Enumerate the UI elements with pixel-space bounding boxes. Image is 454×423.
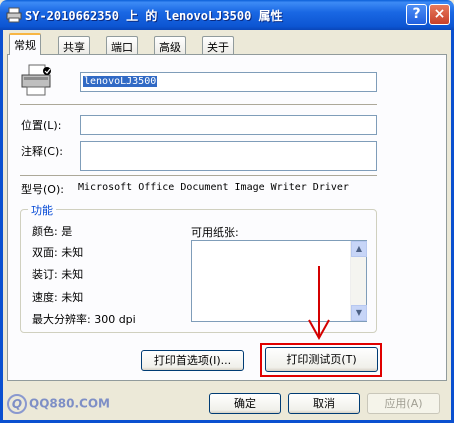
watermark-logo-icon: Q [7, 394, 27, 414]
ok-button[interactable]: 确定 [209, 393, 281, 414]
printer-device-icon [21, 64, 51, 96]
highlight-box [260, 343, 382, 377]
tab-sharing[interactable]: 共享 [58, 36, 90, 54]
location-label: 位置(L): [21, 119, 62, 132]
tab-general[interactable]: 常规 [9, 33, 41, 55]
separator [20, 104, 377, 105]
watermark-text: QQ880.COM [29, 396, 110, 411]
paper-list-scrollbar[interactable]: ▲ ▼ [350, 241, 367, 321]
model-value: Microsoft Office Document Image Writer D… [78, 182, 349, 193]
tab-ports[interactable]: 端口 [106, 36, 138, 54]
features-title: 功能 [28, 202, 56, 218]
location-input[interactable] [80, 115, 377, 135]
printer-name-input[interactable]: lenovoLJ3500 [80, 72, 377, 92]
close-button[interactable]: × [429, 4, 450, 25]
comment-label: 注释(C): [21, 145, 63, 158]
tab-about[interactable]: 关于 [202, 36, 234, 54]
paper-label: 可用纸张: [191, 226, 239, 239]
printer-name-text: lenovoLJ3500 [83, 76, 158, 87]
printer-icon [6, 7, 22, 23]
annotation-arrow-head-icon [308, 319, 330, 340]
window-title: SY-2010662350 上 的 lenovoLJ3500 属性 [25, 9, 283, 23]
cancel-button[interactable]: 取消 [288, 393, 360, 414]
speed-feature: 速度: 未知 [32, 291, 84, 304]
color-feature: 颜色: 是 [32, 225, 73, 238]
model-label: 型号(O): [21, 183, 64, 196]
apply-button[interactable]: 应用(A) [367, 393, 440, 414]
duplex-feature: 双面: 未知 [32, 246, 84, 259]
tab-advanced[interactable]: 高级 [154, 36, 186, 54]
printing-preferences-button[interactable]: 打印首选项(I)... [141, 350, 244, 371]
help-button[interactable]: ? [406, 4, 427, 25]
scroll-down-icon[interactable]: ▼ [351, 305, 367, 321]
staple-feature: 装订: 未知 [32, 268, 84, 281]
title-bar[interactable]: SY-2010662350 上 的 lenovoLJ3500 属性 ? × [0, 0, 454, 30]
watermark: Q QQ880.COM [7, 394, 110, 414]
resolution-feature: 最大分辨率: 300 dpi [32, 313, 136, 326]
comment-input[interactable] [80, 141, 377, 171]
scroll-up-icon[interactable]: ▲ [351, 241, 367, 257]
paper-list[interactable]: ▲ ▼ [191, 240, 367, 322]
separator [20, 175, 377, 176]
